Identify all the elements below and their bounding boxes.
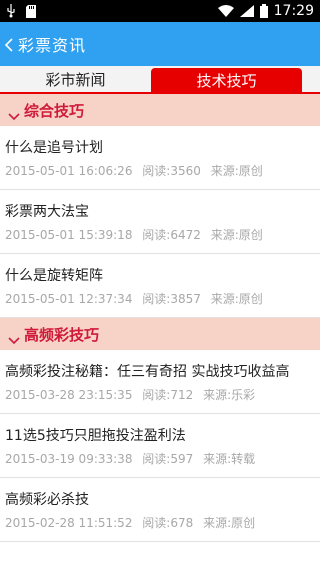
article-datetime: 2015-05-01 15:39:18 [5,228,133,242]
article-source: 来源:原创 [210,228,263,242]
article-meta: 2015-02-28 11:51:52 阅读:678 来源:原创 [5,514,320,531]
section-header-high-frequency-tips[interactable]: 高频彩技巧 [0,318,320,350]
chevron-left-icon [4,37,14,52]
article-source: 来源:乐彩 [203,388,256,402]
article-source: 来源:原创 [210,164,263,178]
signal-icon [239,5,254,17]
article-source: 来源:原创 [210,292,263,306]
status-bar: 17:29 [0,0,320,22]
section-header-general-tips[interactable]: 综合技巧 [0,94,320,126]
tab-lottery-news[interactable]: 彩市新闻 [0,66,151,92]
article-source: 来源:转载 [203,452,256,466]
article-reads: 阅读:3857 [142,292,201,306]
article-title: 什么是旋转矩阵 [5,268,103,284]
article-title: 高频彩投注秘籍：任三有奇招 实战技巧收益高 [5,364,290,380]
article-meta: 2015-03-28 23:15:35 阅读:712 来源:乐彩 [5,386,320,403]
list-item[interactable]: 什么是追号计划 2015-05-01 16:06:26 阅读:3560 来源:原… [0,126,320,190]
list-item[interactable]: 彩票两大法宝 2015-05-01 15:39:18 阅读:6472 来源:原创 [0,190,320,254]
tab-bar: 彩市新闻 技术技巧 [0,66,320,94]
usb-icon [6,4,16,18]
battery-icon [259,4,268,18]
article-datetime: 2015-03-28 23:15:35 [5,388,133,402]
chevron-down-icon [8,330,20,345]
article-reads: 阅读:712 [142,388,194,402]
article-datetime: 2015-05-01 16:06:26 [5,164,133,178]
article-datetime: 2015-02-28 11:51:52 [5,516,133,530]
article-title: 高频彩必杀技 [5,492,89,508]
screen: 17:29 彩票资讯 彩市新闻 技术技巧 综合技巧 什么是追号计划 2015-0… [0,0,320,569]
list-item[interactable]: 高频彩投注秘籍：任三有奇招 实战技巧收益高 2015-03-28 23:15:3… [0,350,320,414]
article-reads: 阅读:6472 [142,228,201,242]
action-bar: 彩票资讯 [0,22,320,66]
article-meta: 2015-03-19 09:33:38 阅读:597 来源:转载 [5,450,320,467]
list-item[interactable]: 什么是旋转矩阵 2015-05-01 12:37:34 阅读:3857 来源:原… [0,254,320,318]
list-item[interactable]: 高频彩必杀技 2015-02-28 11:51:52 阅读:678 来源:原创 [0,478,320,542]
article-reads: 阅读:3560 [142,164,201,178]
article-source: 来源:原创 [203,516,256,530]
status-left [6,4,36,18]
back-button[interactable]: 彩票资讯 [4,22,92,66]
page-title: 彩票资讯 [18,36,87,55]
article-title: 什么是追号计划 [5,140,103,156]
wifi-icon [217,5,234,17]
article-reads: 阅读:678 [142,516,194,530]
section-title: 高频彩技巧 [24,325,100,344]
list-item[interactable]: 11选5技巧只胆拖投注盈利法 2015-03-19 09:33:38 阅读:59… [0,414,320,478]
article-title: 彩票两大法宝 [5,204,89,220]
article-meta: 2015-05-01 12:37:34 阅读:3857 来源:原创 [5,290,320,307]
clock: 17:29 [273,3,314,19]
article-meta: 2015-05-01 16:06:26 阅读:3560 来源:原创 [5,162,320,179]
article-datetime: 2015-03-19 09:33:38 [5,452,133,466]
article-meta: 2015-05-01 15:39:18 阅读:6472 来源:原创 [5,226,320,243]
tab-techniques[interactable]: 技术技巧 [151,68,302,92]
chevron-down-icon [8,106,20,121]
sd-card-icon [26,4,36,18]
section-title: 综合技巧 [24,101,85,120]
status-right: 17:29 [217,3,314,19]
article-title: 11选5技巧只胆拖投注盈利法 [5,428,186,444]
article-reads: 阅读:597 [142,452,194,466]
article-datetime: 2015-05-01 12:37:34 [5,292,133,306]
